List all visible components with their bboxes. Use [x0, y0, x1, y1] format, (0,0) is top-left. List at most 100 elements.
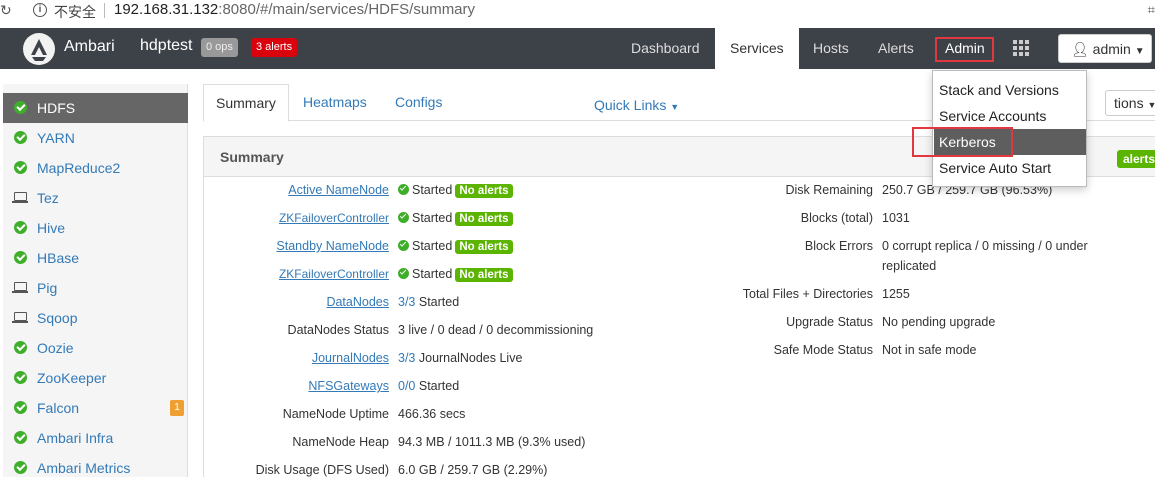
no-alerts-badge[interactable]: No alerts — [455, 268, 513, 282]
zkfc-status: Started No alerts — [398, 267, 513, 282]
menu-item-service-auto-start[interactable]: Service Auto Start — [934, 155, 1086, 181]
sidebar-item-hive[interactable]: Hive — [3, 213, 188, 243]
panel-title: Summary — [220, 149, 284, 165]
namenode-uptime-value: 466.36 secs — [398, 407, 466, 421]
zkfc-link[interactable]: ZKFailoverController — [279, 211, 389, 225]
alert-count-badge[interactable]: 1 — [170, 400, 184, 416]
journalnodes-value: 3/3 JournalNodes Live — [398, 351, 522, 365]
service-actions-button[interactable]: tions ▼ — [1105, 90, 1155, 116]
sidebar-item-label: HDFS — [37, 100, 76, 116]
translate-icon[interactable]: ⌗ — [1148, 2, 1155, 18]
nfsgateways-link[interactable]: NFSGateways — [308, 379, 389, 393]
reload-icon[interactable]: ↻ — [0, 2, 12, 19]
status-text: Started — [412, 239, 453, 253]
sidebar-item-label: Oozie — [37, 340, 74, 356]
check-icon — [398, 240, 409, 251]
sidebar-item-ambari-infra[interactable]: Ambari Infra — [3, 423, 188, 453]
url-field[interactable]: 192.168.31.132:8080/#/main/services/HDFS… — [114, 1, 475, 18]
sidebar-item-label: MapReduce2 — [37, 160, 121, 176]
standby-namenode-status: Started No alerts — [398, 239, 513, 254]
nav-hosts[interactable]: Hosts — [798, 28, 864, 69]
check-icon — [398, 268, 409, 279]
sidebar-item-mapreduce2[interactable]: MapReduce2 — [3, 153, 188, 183]
admin-highlight-box — [935, 37, 994, 62]
check-icon — [14, 401, 27, 414]
top-navbar: Ambari hdptest 0 ops 3 alerts Dashboard … — [0, 28, 1155, 69]
no-alerts-badge[interactable]: No alerts — [455, 240, 513, 254]
zkfc-status: Started No alerts — [398, 211, 513, 226]
ambari-logo-icon[interactable] — [23, 33, 55, 65]
cluster-name[interactable]: hdptest — [140, 37, 192, 55]
sidebar-item-oozie[interactable]: Oozie — [3, 333, 188, 363]
total-files-value: 1255 — [882, 287, 910, 301]
tab-configs[interactable]: Configs — [383, 84, 454, 121]
total-files-label: Total Files + Directories — [742, 287, 873, 301]
check-icon — [14, 251, 27, 264]
sidebar-item-sqoop[interactable]: Sqoop — [3, 303, 188, 333]
check-icon — [14, 161, 27, 174]
journalnodes-link[interactable]: JournalNodes — [312, 351, 389, 365]
safe-mode-value: Not in safe mode — [882, 343, 977, 357]
tab-heatmaps[interactable]: Heatmaps — [291, 84, 379, 121]
ops-badge[interactable]: 0 ops — [201, 38, 238, 57]
check-icon — [398, 212, 409, 223]
namenode-heap-value: 94.3 MB / 1011.3 MB (9.3% used) — [398, 435, 586, 449]
active-namenode-status: Started No alerts — [398, 183, 513, 198]
nfsgateways-value: 0/0 Started — [398, 379, 459, 393]
check-icon — [14, 101, 27, 114]
no-alerts-badge[interactable]: No alerts — [455, 212, 513, 226]
alerts-badge[interactable]: 3 alerts — [251, 38, 298, 57]
menu-item-stack-versions[interactable]: Stack and Versions — [934, 77, 1086, 103]
sidebar-item-label: Tez — [37, 190, 59, 206]
nav-alerts[interactable]: Alerts — [863, 28, 929, 69]
disk-usage-value: 6.0 GB / 259.7 GB (2.29%) — [398, 463, 548, 477]
sidebar-item-hbase[interactable]: HBase — [3, 243, 188, 273]
standby-namenode-link[interactable]: Standby NameNode — [276, 239, 389, 253]
check-icon — [14, 431, 27, 444]
divider — [104, 3, 105, 18]
info-icon[interactable]: i — [33, 3, 47, 17]
no-alerts-badge[interactable]: No alerts — [455, 184, 513, 198]
block-errors-label: Block Errors — [804, 239, 873, 253]
insecure-label: 不安全 — [54, 4, 96, 20]
nav-services[interactable]: Services — [715, 28, 799, 69]
services-sidebar: HDFS YARN MapReduce2 Tez Hive HBase Pig … — [3, 84, 188, 477]
namenode-uptime-label: NameNode Uptime — [282, 407, 389, 421]
sidebar-item-pig[interactable]: Pig — [3, 273, 188, 303]
nav-dashboard[interactable]: Dashboard — [616, 28, 715, 69]
nfsgateways-status-text: Started — [415, 379, 460, 393]
datanodes-status-label: DataNodes Status — [287, 323, 389, 337]
menu-item-service-accounts[interactable]: Service Accounts — [934, 103, 1086, 129]
sidebar-item-ambari-metrics[interactable]: Ambari Metrics — [3, 453, 188, 477]
brand-name[interactable]: Ambari — [64, 38, 115, 56]
zkfc-link[interactable]: ZKFailoverController — [279, 267, 389, 281]
nfsgateways-count-link[interactable]: 0/0 — [398, 379, 415, 393]
check-icon — [14, 341, 27, 354]
caret-down-icon: ▼ — [670, 102, 680, 112]
service-alerts-badge[interactable]: alerts — [1117, 150, 1155, 168]
active-namenode-link[interactable]: Active NameNode — [288, 183, 389, 197]
caret-down-icon: ▼ — [1134, 46, 1145, 57]
quick-links-label: Quick Links — [594, 97, 667, 113]
sidebar-item-falcon[interactable]: Falcon 1 — [3, 393, 188, 423]
disk-usage-label: Disk Usage (DFS Used) — [255, 463, 389, 477]
datanodes-count-link[interactable]: 3/3 — [398, 295, 415, 309]
apps-grid-icon[interactable] — [1013, 40, 1031, 58]
quick-links-dropdown[interactable]: Quick Links ▼ — [594, 97, 679, 113]
sidebar-item-hdfs[interactable]: HDFS — [3, 93, 188, 123]
user-menu-button[interactable]: 👤︎ admin ▼ — [1058, 34, 1152, 63]
sidebar-item-zookeeper[interactable]: ZooKeeper — [3, 363, 188, 393]
datanodes-value: 3/3 Started — [398, 295, 459, 309]
sidebar-item-yarn[interactable]: YARN — [3, 123, 188, 153]
url-path: :8080/#/main/services/HDFS/summary — [218, 1, 476, 18]
datanodes-status-value: 3 live / 0 dead / 0 decommissioning — [398, 323, 594, 337]
user-label: admin — [1092, 41, 1131, 57]
journalnodes-count-link[interactable]: 3/3 — [398, 351, 415, 365]
tab-summary[interactable]: Summary — [203, 84, 289, 122]
url-host: 192.168.31.132 — [114, 1, 219, 18]
blocks-total-value: 1031 — [882, 211, 910, 225]
browser-address-bar: ↻ i 不安全 192.168.31.132:8080/#/main/servi… — [0, 0, 1155, 22]
datanodes-link[interactable]: DataNodes — [326, 295, 389, 309]
sidebar-item-tez[interactable]: Tez — [3, 183, 188, 213]
sidebar-item-label: Hive — [37, 220, 66, 236]
